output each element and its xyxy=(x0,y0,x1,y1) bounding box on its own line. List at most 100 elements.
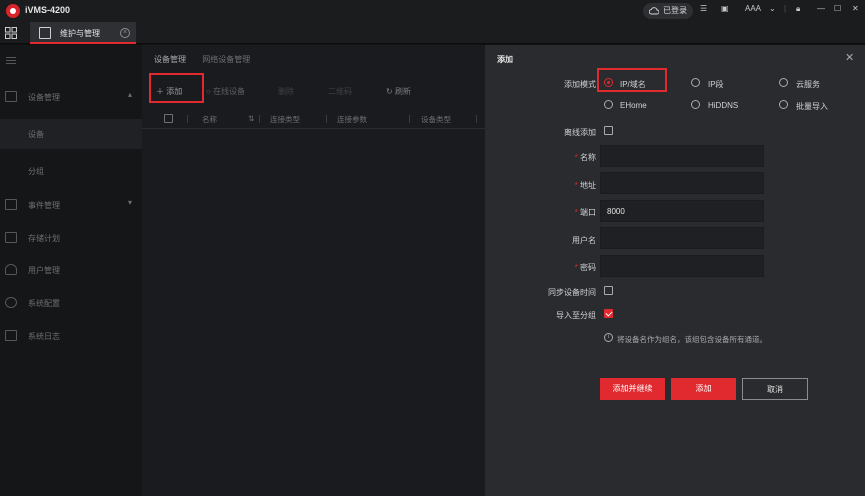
add-and-continue-button[interactable]: 添加并继续 xyxy=(600,378,665,400)
online-label: 在线设备 xyxy=(213,87,246,96)
qr-label: 二维码 xyxy=(328,87,352,96)
username-label: 用户名 xyxy=(572,236,596,245)
list-icon[interactable]: ☰ xyxy=(700,4,707,13)
name-label: 名称 xyxy=(516,152,596,163)
mode-cloud-label[interactable]: 云服务 xyxy=(796,79,820,90)
mode-batch-import-radio[interactable] xyxy=(779,100,788,109)
sidebar-item-label: 设备 xyxy=(28,130,44,139)
online-devices-button[interactable]: ○ 在线设备 xyxy=(206,86,245,97)
main-tabs: 设备管理 网络设备管理 xyxy=(154,54,264,65)
storage-icon xyxy=(5,232,17,243)
mode-cloud-radio[interactable] xyxy=(779,78,788,87)
lock-icon[interactable]: 🔒︎ xyxy=(796,4,800,14)
sidebar-item-label: 事件管理 xyxy=(28,201,60,210)
sync-time-label: 同步设备时间 xyxy=(548,288,596,297)
close-window-icon[interactable]: ✕ xyxy=(852,4,859,13)
sort-icon[interactable]: ⇅ xyxy=(248,114,254,123)
tab-device-management[interactable]: 设备管理 xyxy=(154,55,186,64)
sidebar-item-label: 用户管理 xyxy=(28,266,60,275)
column-connection-params[interactable]: 连接参数 xyxy=(337,114,367,125)
sidebar-item-user-management[interactable]: 用户管理 xyxy=(0,255,142,285)
maintenance-icon xyxy=(39,27,51,39)
app-grid-icon[interactable] xyxy=(5,27,17,39)
cloud-icon xyxy=(649,7,659,15)
qr-code-button[interactable]: 二维码 xyxy=(328,86,352,97)
sidebar-item-event-management[interactable]: 事件管理 ▾ xyxy=(0,190,142,220)
sidebar-item-label: 设备管理 xyxy=(28,93,60,102)
tab-network-devices[interactable]: 网络设备管理 xyxy=(202,55,250,64)
column-divider xyxy=(409,115,410,123)
address-input[interactable] xyxy=(600,172,764,194)
menu-collapse-icon[interactable] xyxy=(6,57,16,58)
select-all-checkbox[interactable] xyxy=(164,114,173,123)
sidebar-item-label: 系统配置 xyxy=(28,299,60,308)
import-group-label: 导入至分组 xyxy=(556,311,596,320)
mode-ehome-label[interactable]: EHome xyxy=(620,101,647,110)
password-input[interactable] xyxy=(600,255,764,277)
device-management-icon xyxy=(5,91,17,102)
mode-ip-radio[interactable] xyxy=(604,78,613,87)
search-icon: ○ xyxy=(206,87,214,96)
add-button-highlight xyxy=(149,73,204,103)
sidebar-item-system-log[interactable]: 系统日志 xyxy=(0,321,142,351)
dropdown-chevron-icon[interactable]: ⌄ xyxy=(769,4,776,13)
mode-ehome-radio[interactable] xyxy=(604,100,613,109)
refresh-label: 刷新 xyxy=(394,87,411,96)
sidebar-item-system-config[interactable]: 系统配置 xyxy=(0,288,142,318)
refresh-icon: ↻ xyxy=(386,87,395,96)
column-device-type[interactable]: 设备类型 xyxy=(421,114,451,125)
sidebar: 设备管理 ▴ 设备 分组 事件管理 ▾ 存储计划 用户管理 系统配置 系统日志 xyxy=(0,45,142,496)
user-label[interactable]: AAA xyxy=(745,4,761,13)
delete-button[interactable]: 删除 xyxy=(278,86,294,97)
column-name[interactable]: 名称 xyxy=(202,114,217,125)
offline-add-label: 离线添加 xyxy=(564,128,596,137)
tab-bar: 维护与管理 × xyxy=(0,22,865,44)
main-panel: 设备管理 网络设备管理 ＋ 添加 ○ 在线设备 删除 二维码 ↻ 刷新 名称 ⇅… xyxy=(142,45,485,496)
sidebar-item-groups[interactable]: 分组 xyxy=(0,156,142,186)
close-tab-icon[interactable]: × xyxy=(120,28,130,38)
delete-label: 删除 xyxy=(278,87,294,96)
login-status-label: 已登录 xyxy=(663,6,687,15)
close-dialog-icon[interactable]: ✕ xyxy=(845,51,854,64)
sidebar-item-device-management[interactable]: 设备管理 ▴ xyxy=(0,82,142,112)
column-divider xyxy=(259,115,260,123)
sidebar-item-devices[interactable]: 设备 xyxy=(0,119,142,149)
user-icon xyxy=(5,264,17,275)
sync-time-checkbox[interactable] xyxy=(604,286,613,295)
username-input[interactable] xyxy=(600,227,764,249)
cancel-button[interactable]: 取消 xyxy=(742,378,808,400)
event-management-icon xyxy=(5,199,17,210)
address-label: 地址 xyxy=(516,180,596,191)
info-icon: i xyxy=(604,333,613,342)
refresh-button[interactable]: ↻ 刷新 xyxy=(386,86,411,97)
import-group-checkbox[interactable] xyxy=(604,309,613,318)
mode-hiddns-label[interactable]: HiDDNS xyxy=(708,101,738,110)
image-icon[interactable]: ▣ xyxy=(721,4,729,13)
mode-ip-segment-label[interactable]: IP段 xyxy=(708,79,724,90)
offline-add-checkbox[interactable] xyxy=(604,126,613,135)
column-divider xyxy=(476,115,477,123)
sidebar-item-storage-schedule[interactable]: 存储计划 xyxy=(0,223,142,253)
sidebar-item-label: 系统日志 xyxy=(28,332,60,341)
add-mode-label: 添加模式 xyxy=(564,80,596,89)
column-divider xyxy=(187,115,188,123)
column-connection-type[interactable]: 连接类型 xyxy=(270,114,300,125)
mode-batch-import-label[interactable]: 批量导入 xyxy=(796,101,828,112)
add-confirm-button[interactable]: 添加 xyxy=(671,378,736,400)
sidebar-item-label: 存储计划 xyxy=(28,234,60,243)
minimize-icon[interactable]: — xyxy=(817,4,825,13)
mode-ip-segment-radio[interactable] xyxy=(691,78,700,87)
table-header: 名称 ⇅ 连接类型 连接参数 设备类型 xyxy=(142,107,485,129)
name-input[interactable] xyxy=(600,145,764,167)
maximize-icon[interactable]: ☐ xyxy=(834,4,841,13)
port-label: 端口 xyxy=(516,207,596,218)
app-title: iVMS-4200 xyxy=(25,5,71,15)
password-label: 密码 xyxy=(516,262,596,273)
sidebar-item-label: 分组 xyxy=(28,167,44,176)
mode-hiddns-radio[interactable] xyxy=(691,100,700,109)
mode-ip-label[interactable]: IP/域名 xyxy=(620,79,646,90)
app-logo-icon xyxy=(6,4,20,18)
tab-maintenance[interactable]: 维护与管理 × xyxy=(30,22,136,44)
login-status-button[interactable]: 已登录 xyxy=(643,3,693,19)
port-input[interactable]: 8000 xyxy=(600,200,764,222)
